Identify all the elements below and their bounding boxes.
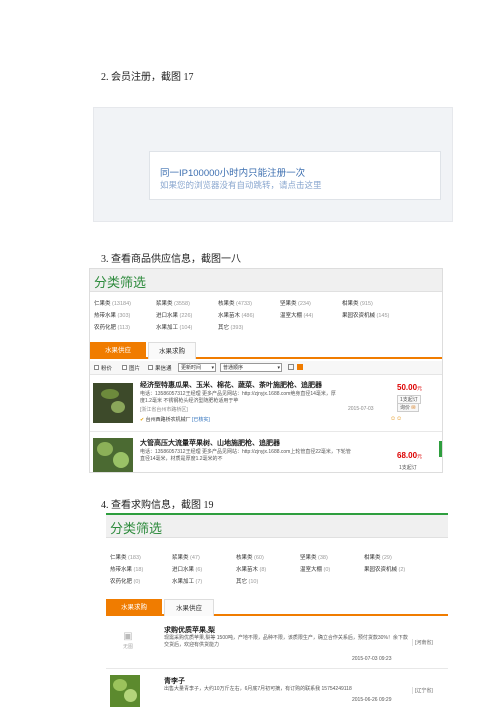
- category-item[interactable]: 水果加工 (7): [172, 577, 202, 585]
- category-item[interactable]: 热带水果 (18): [110, 565, 143, 573]
- product-price: 68.00元: [397, 451, 423, 460]
- grid-view-icon[interactable]: [288, 364, 294, 370]
- company-name[interactable]: ✔ 台州西路桥农机械厂 [已核实]: [140, 416, 210, 423]
- category-item[interactable]: 水果加工 (104): [156, 323, 192, 331]
- product-description: 电话：13586057312王经理 更多产品见网站：http://zjnyjx.…: [140, 449, 351, 462]
- category-item[interactable]: 坚果类 (38): [300, 553, 328, 561]
- category-item[interactable]: 果园农资机械 (145): [342, 311, 389, 319]
- register-notice-message: 同一IP100000小时内只能注册一次: [160, 168, 306, 179]
- category-item[interactable]: 水果苗木 (486): [218, 311, 254, 319]
- register-redirect-link[interactable]: 如果您的浏览器没有自动跳转，请点击这里: [160, 179, 322, 191]
- category-item[interactable]: 仁果类 (13184): [94, 299, 131, 307]
- category-item[interactable]: 水果苗木 (8): [236, 565, 266, 573]
- sort-select[interactable]: 更新时间: [178, 363, 216, 372]
- category-item[interactable]: 进口水果 (226): [156, 311, 192, 319]
- category-item[interactable]: 核果类 (60): [236, 553, 264, 561]
- list-view-icon[interactable]: [297, 364, 303, 370]
- chat-icon[interactable]: ☺☺: [390, 416, 402, 422]
- category-item[interactable]: 农药化肥 (0): [110, 577, 140, 585]
- category-item[interactable]: 核果类 (4733): [218, 299, 252, 307]
- caption-register: 2. 会员注册，截图 17: [101, 72, 194, 83]
- verified-icon: ✔: [140, 417, 145, 423]
- filter-checkbox[interactable]: [122, 365, 127, 370]
- filter-checkbox[interactable]: [148, 365, 153, 370]
- filter-title: 分类筛选: [94, 275, 147, 290]
- category-item[interactable]: 进口水果 (6): [172, 565, 202, 573]
- demand-title[interactable]: 青李子: [164, 676, 185, 686]
- demand-description: 现需采购优质苹果,梨等 1500吨，产地不限，品种不限，该质限生产，确立合作关系…: [164, 635, 408, 648]
- category-item[interactable]: 热带水果 (303): [94, 311, 130, 319]
- category-item[interactable]: 其它 (10): [236, 577, 258, 585]
- category-filter-header: 分类筛选: [106, 515, 448, 538]
- list-item[interactable]: 经济型特惠瓜果、玉米、棉花、蔬菜、茶叶施肥枪、追肥器 电话：1358605731…: [90, 377, 442, 432]
- filter-label: 图片: [129, 366, 141, 372]
- product-description: 电话：13586057312王经理 更多产品见网站：http://zjnyjx.…: [140, 391, 336, 404]
- tab-fruit-demand[interactable]: 水果求购: [148, 342, 196, 359]
- category-item[interactable]: 其它 (393): [218, 323, 243, 331]
- category-item[interactable]: 仁果类 (183): [110, 553, 141, 561]
- filter-label: 果信通: [155, 366, 172, 372]
- category-item[interactable]: 柑果类 (29): [364, 553, 392, 561]
- scrollbar[interactable]: [439, 441, 442, 457]
- demand-description: 出售大量青李子，大约10万斤左右，6月底7月初可摘，有订购的联系我 157542…: [164, 686, 352, 692]
- demand-image[interactable]: [110, 675, 140, 707]
- product-date: 2015-07-03: [348, 406, 374, 412]
- list-item[interactable]: ▣ 无图 求购优质苹果,梨 现需采购优质苹果,梨等 1500吨，产地不限，品种不…: [106, 621, 448, 669]
- tab-fruit-supply[interactable]: 水果供应: [164, 599, 214, 616]
- demand-date: 2015-06-26 09:29: [352, 697, 392, 703]
- listing-tabs: 水果供应 水果求购: [90, 342, 442, 359]
- supply-screenshot: 分类筛选 仁果类 (13184) 浆果类 (3558) 核果类 (4733) 坚…: [89, 268, 443, 473]
- category-item[interactable]: 温室大棚 (44): [280, 311, 313, 319]
- category-item[interactable]: 温室大棚 (0): [300, 565, 330, 573]
- demand-screenshot: 分类筛选 仁果类 (183) 浆果类 (47) 核果类 (60) 坚果类 (38…: [106, 513, 448, 708]
- category-item[interactable]: 果园农资机械 (2): [364, 565, 405, 573]
- mail-icon: ✉: [410, 405, 416, 411]
- no-image-placeholder: ▣ 无图: [114, 631, 142, 655]
- register-notice-box: 同一IP100000小时内只能注册一次 如果您的浏览器没有自动跳转，请点击这里: [149, 151, 441, 200]
- product-image[interactable]: [93, 383, 133, 423]
- list-item[interactable]: 青李子 出售大量青李子，大约10万斤左右，6月底7月初可摘，有订购的联系我 15…: [106, 671, 448, 708]
- category-item[interactable]: 农药化肥 (113): [94, 323, 130, 331]
- tab-fruit-supply[interactable]: 水果供应: [90, 342, 146, 359]
- demand-date: 2015-07-03 09:23: [352, 656, 392, 662]
- product-location: [浙江省台州市路桥区]: [140, 407, 188, 413]
- listing-tabs: 水果求购 水果供应: [106, 599, 448, 616]
- filter-title: 分类筛选: [110, 521, 163, 536]
- demand-region: [河南省]: [412, 639, 433, 646]
- camera-icon: ▣: [123, 631, 133, 642]
- category-item[interactable]: 浆果类 (3558): [156, 299, 190, 307]
- order-select[interactable]: 普通顺序: [220, 363, 282, 372]
- product-price: 50.00元: [397, 383, 423, 392]
- category-filter-header: 分类筛选: [90, 269, 442, 292]
- category-grid: 仁果类 (183) 浆果类 (47) 核果类 (60) 坚果类 (38) 柑果类…: [106, 551, 448, 595]
- register-screenshot: 同一IP100000小时内只能注册一次 如果您的浏览器没有自动跳转，请点击这里: [93, 107, 453, 222]
- inquiry-button[interactable]: 询价 ✉: [397, 403, 419, 412]
- product-title[interactable]: 大管高压大流量苹果树、山地施肥枪、追肥器: [140, 438, 280, 448]
- demand-title[interactable]: 求购优质苹果,梨: [164, 625, 215, 635]
- category-item[interactable]: 坚果类 (234): [280, 299, 311, 307]
- product-image[interactable]: [93, 438, 133, 472]
- caption-demand: 4. 查看求购信息，截图 19: [101, 500, 214, 511]
- category-item[interactable]: 柑果类 (915): [342, 299, 373, 307]
- product-title[interactable]: 经济型特惠瓜果、玉米、棉花、蔬菜、茶叶施肥枪、追肥器: [140, 380, 322, 390]
- filter-checkbox[interactable]: [94, 365, 99, 370]
- min-order: 1支起订: [399, 465, 417, 471]
- listing-toolbar: 粉价 图片 果信通 更新时间 普通顺序: [90, 361, 442, 375]
- tab-fruit-demand[interactable]: 水果求购: [106, 599, 162, 616]
- list-item[interactable]: 大管高压大流量苹果树、山地施肥枪、追肥器 电话：13586057312王经理 更…: [90, 434, 442, 472]
- caption-supply: 3. 查看商品供应信息，截图一八: [101, 254, 241, 265]
- category-item[interactable]: 浆果类 (47): [172, 553, 200, 561]
- filter-label: 粉价: [101, 366, 113, 372]
- demand-region: [辽宁省]: [412, 687, 433, 694]
